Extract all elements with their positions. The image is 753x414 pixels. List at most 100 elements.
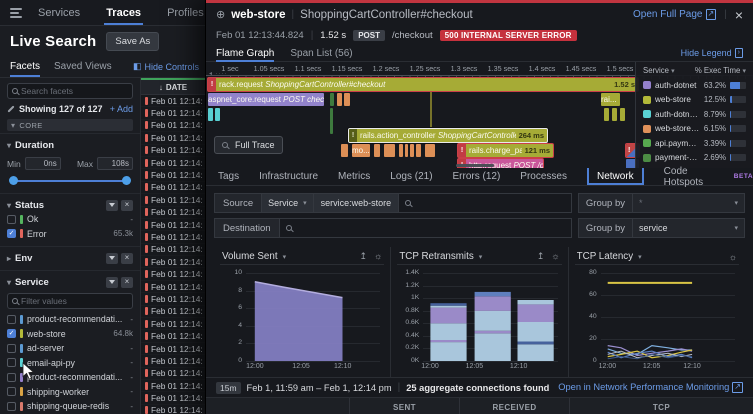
span-bar[interactable] xyxy=(399,144,403,157)
checkbox[interactable]: ✓ xyxy=(7,229,16,238)
service-row-shipping-worker[interactable]: shipping-worker- xyxy=(7,385,133,400)
trace-list-row[interactable]: Feb 01 12:14: xyxy=(141,318,205,330)
duration-min-input[interactable] xyxy=(25,157,61,170)
trace-list-row[interactable]: Feb 01 12:14: xyxy=(141,256,205,268)
nav-tab-traces[interactable]: Traces xyxy=(104,0,143,25)
open-npm-link[interactable]: Open in Network Performance Monitoring ↗ xyxy=(558,382,743,393)
facet-status-header[interactable]: ▾ Status × xyxy=(7,198,133,212)
source-search-input[interactable] xyxy=(399,193,572,213)
export-icon[interactable]: ↥ xyxy=(360,251,368,262)
status-row-ok[interactable]: Ok- xyxy=(7,212,133,227)
full-trace-button[interactable]: Full Trace xyxy=(214,136,283,154)
span-bar[interactable] xyxy=(341,144,348,157)
span-bar[interactable] xyxy=(384,144,395,157)
tab-errors-12[interactable]: Errors (12) xyxy=(453,168,501,185)
tab-infrastructure[interactable]: Infrastructure xyxy=(259,168,318,185)
filter-values-input[interactable] xyxy=(21,296,128,306)
trace-list-row[interactable]: Feb 01 12:14: xyxy=(141,355,205,367)
close-icon[interactable]: × xyxy=(735,8,743,22)
trace-list-row[interactable]: Feb 01 12:14: xyxy=(141,293,205,305)
span-rai[interactable]: rai... xyxy=(601,93,620,106)
trace-list-row[interactable]: Feb 01 12:14: xyxy=(141,120,205,132)
checkbox[interactable] xyxy=(7,344,16,353)
tab-tags[interactable]: Tags xyxy=(218,168,239,185)
source-type-select[interactable]: Service ▾ xyxy=(262,193,314,213)
search-facets-input[interactable] xyxy=(21,86,128,96)
caret-down-icon[interactable]: ▾ xyxy=(479,253,483,261)
trace-list-row[interactable]: Feb 01 12:14: xyxy=(141,132,205,144)
span-rack-request[interactable]: !rack.request ShoppingCartController#che… xyxy=(208,78,638,91)
nav-tab-profiles[interactable]: Profiles xyxy=(165,0,206,25)
trace-list-row[interactable]: Feb 01 12:14: xyxy=(141,281,205,293)
trace-list-row[interactable]: Feb 01 12:14: xyxy=(141,207,205,219)
service-row-email-api-py[interactable]: email-api-py- xyxy=(7,356,133,371)
duration-max-input[interactable] xyxy=(97,157,133,170)
trace-list-row[interactable]: Feb 01 12:14: xyxy=(141,219,205,231)
span-bar[interactable] xyxy=(620,108,625,121)
hide-legend-link[interactable]: Hide Legend › xyxy=(681,45,743,61)
span-bar[interactable] xyxy=(604,108,609,121)
legend-row-payment-postg[interactable]: payment-postg...2.69% xyxy=(643,151,746,166)
span-bar[interactable] xyxy=(208,108,213,121)
span-rails-action-controller[interactable]: !rails.action_controller ShoppingCartCon… xyxy=(349,129,547,142)
gear-icon[interactable]: ☼ xyxy=(551,251,559,262)
span-bar[interactable] xyxy=(344,93,350,106)
filter-icon[interactable] xyxy=(106,277,118,288)
hide-controls-link[interactable]: ◧ Hide Controls xyxy=(133,61,199,72)
duration-slider[interactable] xyxy=(9,174,131,188)
destination-search-input[interactable] xyxy=(280,218,572,238)
span-bar[interactable] xyxy=(425,144,435,157)
save-as-button[interactable]: Save As xyxy=(106,32,159,51)
facet-service-header[interactable]: ▾ Service × xyxy=(7,275,133,289)
checkbox[interactable] xyxy=(7,215,16,224)
clear-filter-icon[interactable]: × xyxy=(121,277,133,288)
legend-service-header[interactable]: Service ▾ xyxy=(643,66,675,75)
trace-list-row[interactable]: Feb 01 12:14: xyxy=(141,380,205,392)
flame-scrollbar[interactable] xyxy=(456,164,494,167)
source-group-by-select[interactable]: * ▾ xyxy=(633,193,745,213)
trace-list-row[interactable]: Feb 01 12:14: xyxy=(141,231,205,243)
trace-list-row[interactable]: Feb 01 12:14: xyxy=(141,330,205,342)
caret-down-icon[interactable]: ▾ xyxy=(283,253,287,261)
gear-icon[interactable]: ☼ xyxy=(374,251,382,262)
nav-tab-services[interactable]: Services xyxy=(36,0,82,25)
date-column-header[interactable]: ↓ DATE xyxy=(141,80,205,95)
checkbox[interactable] xyxy=(7,358,16,367)
span-bar[interactable] xyxy=(612,108,617,121)
tab-facets[interactable]: Facets xyxy=(10,56,40,77)
source-filter-chip[interactable]: service:web-store xyxy=(314,193,400,213)
span-bar[interactable] xyxy=(330,93,334,106)
tab-flame-graph[interactable]: Flame Graph xyxy=(216,45,274,61)
gear-icon[interactable]: ☼ xyxy=(729,252,737,262)
add-facet-button[interactable]: + Add xyxy=(110,104,133,114)
trace-list-row[interactable]: Feb 01 12:14: xyxy=(141,95,205,107)
tab-logs-21[interactable]: Logs (21) xyxy=(390,168,432,185)
tab-processes[interactable]: Processes xyxy=(520,168,567,185)
trace-list-row[interactable]: Feb 01 12:14: xyxy=(141,145,205,157)
destination-group-by-select[interactable]: service ▾ xyxy=(633,218,745,238)
legend-row-web-store-mon[interactable]: web-store-mon...6.15% xyxy=(643,122,746,137)
tab-code-hotspots[interactable]: Code HotspotsBETA xyxy=(664,168,753,185)
trace-list-row[interactable]: Feb 01 12:14: xyxy=(141,343,205,355)
facet-duration-header[interactable]: ▾ Duration xyxy=(7,138,133,152)
span-bar[interactable] xyxy=(337,93,342,106)
status-row-error[interactable]: ✓Error65.3k xyxy=(7,227,133,242)
span-rails-charge-payment[interactable]: !rails.charge_payment121 ms xyxy=(458,144,553,157)
service-row-web-store[interactable]: ✓web-store64.8k xyxy=(7,327,133,342)
filter-icon[interactable] xyxy=(106,253,118,264)
facet-env-header[interactable]: ▸ Env × xyxy=(7,251,133,265)
legend-row-auth-dotnet[interactable]: auth-dotnet63.2% xyxy=(643,78,746,93)
span-aspnet-core-request[interactable]: aspnet_core.request POST check-token xyxy=(208,93,324,106)
checkbox[interactable] xyxy=(7,315,16,324)
service-row-shipping-queue-redis[interactable]: shipping-queue-redis- xyxy=(7,399,133,414)
span-bar[interactable] xyxy=(374,144,380,157)
checkbox[interactable] xyxy=(7,387,16,396)
span-mo[interactable]: mo... xyxy=(352,144,370,157)
caret-down-icon[interactable]: ▾ xyxy=(638,253,642,261)
span-bar[interactable] xyxy=(330,108,333,134)
tab-network[interactable]: Network xyxy=(587,168,644,185)
table-header-tcp[interactable]: TCP xyxy=(569,398,753,414)
trace-list-row[interactable]: Feb 01 12:14: xyxy=(141,306,205,318)
trace-list-row[interactable]: Feb 01 12:14: xyxy=(141,405,205,414)
checkbox[interactable]: ✓ xyxy=(7,329,16,338)
